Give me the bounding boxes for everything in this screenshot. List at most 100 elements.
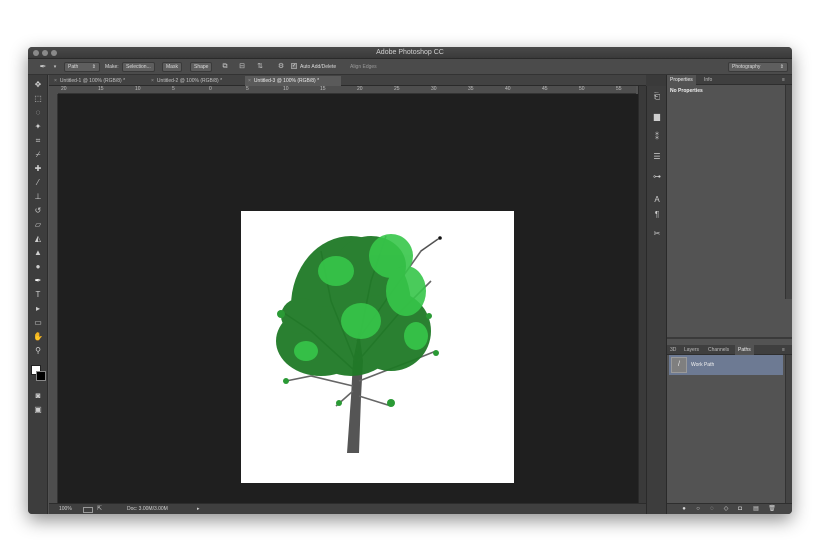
clone-source-icon[interactable]: ✂ — [651, 228, 663, 240]
tab-channels[interactable]: Channels — [705, 345, 732, 355]
rectangle-icon[interactable]: ▭ — [31, 317, 45, 329]
fill-path-icon[interactable]: ● — [679, 504, 689, 514]
new-path-icon[interactable]: ▤ — [751, 504, 761, 514]
close-icon[interactable]: × — [54, 78, 57, 84]
no-properties-text: No Properties — [670, 88, 703, 94]
pen-tool-preset-icon[interactable]: ✒ — [38, 62, 48, 72]
tab-properties[interactable]: Properties — [667, 75, 696, 85]
path-row-work-path[interactable]: / Work Path — [669, 355, 783, 375]
delete-path-icon[interactable]: 🗑 — [767, 504, 777, 514]
panel-menu-icon[interactable]: ≡ — [779, 75, 788, 85]
properties-scrollbar[interactable] — [785, 85, 792, 299]
dock-collapse-bar[interactable] — [646, 75, 666, 86]
hand-icon[interactable]: ✋ — [31, 331, 45, 343]
clone-stamp-icon[interactable]: ⊥ — [31, 191, 45, 203]
background-color-swatch[interactable] — [36, 371, 46, 381]
status-menu-arrow-icon[interactable]: ▸ — [197, 504, 200, 514]
stroke-path-icon[interactable]: ○ — [693, 504, 703, 514]
share-icon[interactable]: ⇱ — [97, 504, 102, 514]
workspace-select[interactable]: Photography ⇕ — [728, 62, 788, 72]
vertical-ruler[interactable] — [49, 94, 58, 506]
path-selection-icon[interactable]: ▸ — [31, 303, 45, 315]
character-icon[interactable]: A — [651, 194, 663, 206]
canvas-area[interactable] — [58, 94, 638, 506]
panel-divider[interactable] — [667, 337, 792, 339]
gear-icon[interactable]: ⚙ — [276, 62, 286, 72]
paint-bucket-icon[interactable]: ◭ — [31, 233, 45, 245]
align-edges-label[interactable]: Align Edges — [350, 64, 377, 70]
status-bar: 100% ⇱ Doc: 3.00M/3.00M ▸ — [49, 503, 646, 514]
document-tabs: × Untitled-1 @ 100% (RGB/8) * × Untitled-2… — [49, 75, 646, 86]
ruler-tick-label: 5 — [172, 86, 175, 92]
properties-panel-tabs: Properties Info ≡ — [667, 75, 792, 85]
mask-button[interactable]: Mask — [162, 62, 182, 72]
make-work-path-icon[interactable]: ◇ — [721, 504, 731, 514]
shape-button[interactable]: Shape — [190, 62, 213, 72]
options-bar: ✒ ▾ Path ⇕ Make: Selection... Mask Shape … — [28, 59, 792, 75]
marquee-icon[interactable]: ⬚ — [31, 93, 45, 105]
screen-mode-icon[interactable]: ▣ — [31, 404, 45, 416]
ruler-corner — [49, 86, 58, 94]
ruler-tick-label: 30 — [431, 86, 437, 92]
chevron-down-icon[interactable]: ▾ — [50, 62, 60, 72]
path-operations-icon[interactable]: ⧉ — [220, 62, 230, 72]
horizontal-ruler[interactable]: 20 15 10 5 0 5 10 15 20 25 30 35 40 45 5… — [58, 86, 636, 94]
panel-menu-icon[interactable]: ≡ — [779, 345, 788, 355]
tab-layers[interactable]: Layers — [681, 345, 702, 355]
dodge-icon[interactable]: ● — [31, 261, 45, 273]
zoom-level[interactable]: 100% — [59, 504, 72, 514]
zoom-icon[interactable]: ⚲ — [31, 345, 45, 357]
document-preview-icon[interactable] — [83, 507, 93, 513]
layers-panel-tabs: 3D Layers Channels Paths ≡ — [667, 345, 792, 355]
crop-icon[interactable]: ⌗ — [31, 135, 45, 147]
tab-untitled-2[interactable]: × Untitled-2 @ 100% (RGB/8) * — [148, 76, 244, 86]
lasso-icon[interactable]: ◌ — [31, 107, 45, 119]
close-icon[interactable]: × — [248, 78, 251, 84]
title-bar: Adobe Photoshop CC — [28, 47, 792, 59]
properties-panel-body: No Properties — [667, 85, 785, 299]
eraser-icon[interactable]: ▱ — [31, 219, 45, 231]
make-label: Make: — [105, 64, 119, 70]
add-mask-icon[interactable]: ◘ — [735, 504, 745, 514]
history-brush-icon[interactable]: ↺ — [31, 205, 45, 217]
auto-add-delete-checkbox[interactable]: ✓ — [291, 63, 297, 69]
adjustments-icon[interactable]: ⁑ — [651, 131, 663, 143]
canvas-vertical-scrollbar[interactable] — [638, 86, 646, 503]
document-info: Doc: 3.00M/3.00M — [127, 506, 168, 512]
tab-label: Untitled-2 @ 100% (RGB/8) * — [156, 78, 223, 84]
move-icon[interactable]: ✥ — [31, 79, 45, 91]
healing-brush-icon[interactable]: ✚ — [31, 163, 45, 175]
tab-3d[interactable]: 3D — [667, 345, 679, 355]
brush-icon[interactable]: ⁄ — [31, 177, 45, 189]
quick-mask-icon[interactable]: ◙ — [31, 390, 45, 402]
histogram-icon[interactable]: ▆ — [651, 111, 663, 123]
path-alignment-icon[interactable]: ⊟ — [237, 62, 247, 72]
history-panel-icon[interactable]: ⎗ — [651, 91, 663, 103]
tools-presets-icon[interactable]: ⊶ — [651, 171, 663, 183]
close-icon[interactable]: × — [151, 78, 154, 84]
load-selection-icon[interactable]: ◌ — [707, 504, 717, 514]
ruler-tick-label: 20 — [61, 86, 67, 92]
tree-artwork — [276, 234, 442, 453]
brush-presets-icon[interactable]: ☰ — [651, 151, 663, 163]
path-anchor-point[interactable] — [438, 236, 442, 240]
selection-button[interactable]: Selection... — [122, 62, 155, 72]
magic-wand-icon[interactable]: ✦ — [31, 121, 45, 133]
updown-icon: ⇕ — [91, 64, 96, 70]
document-canvas[interactable] — [241, 211, 514, 483]
tab-untitled-3[interactable]: × Untitled-3 @ 100% (RGB/8) * — [245, 76, 341, 86]
tab-untitled-1[interactable]: × Untitled-1 @ 100% (RGB/8) * — [51, 76, 147, 86]
path-arrangement-icon[interactable]: ⇅ — [255, 62, 265, 72]
tool-mode-select[interactable]: Path ⇕ — [64, 62, 100, 72]
pen-icon[interactable]: ✒ — [31, 275, 45, 287]
ruler-tick-label: 10 — [135, 86, 141, 92]
tab-info[interactable]: Info — [701, 75, 715, 85]
eyedropper-icon[interactable]: ⌿ — [31, 149, 45, 161]
ruler-tick-label: 25 — [394, 86, 400, 92]
tab-paths[interactable]: Paths — [735, 345, 754, 355]
type-icon[interactable]: T — [31, 289, 45, 301]
paths-scrollbar[interactable] — [785, 355, 792, 503]
paragraph-icon[interactable]: ¶ — [651, 209, 663, 221]
paths-panel-footer: ● ○ ◌ ◇ ◘ ▤ 🗑 — [667, 503, 792, 514]
blur-icon[interactable]: ▲ — [31, 247, 45, 259]
